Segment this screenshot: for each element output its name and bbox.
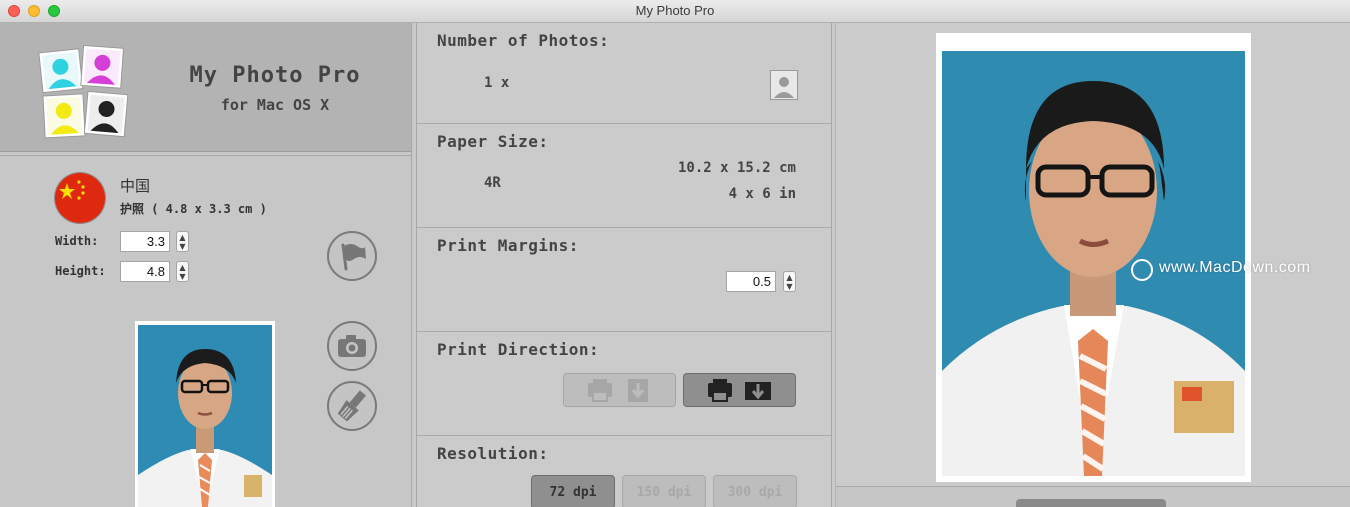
resolution-title: Resolution: bbox=[437, 444, 549, 463]
dpi-72-button[interactable]: 72 dpi bbox=[531, 475, 615, 507]
title-bar: My Photo Pro bbox=[0, 0, 1350, 23]
photo-type: 护照 ( 4.8 x 3.3 cm ) bbox=[120, 202, 267, 216]
paper-size-imperial: 4 x 6 in bbox=[728, 186, 796, 202]
paper-size-title: Paper Size: bbox=[437, 132, 549, 151]
window-title: My Photo Pro bbox=[635, 3, 715, 18]
printer-landscape-icon bbox=[708, 379, 771, 402]
photo-count: 1 x bbox=[484, 75, 510, 91]
width-input[interactable] bbox=[120, 231, 170, 252]
app-logo-icon bbox=[38, 44, 129, 139]
print-direction-title: Print Direction: bbox=[437, 340, 600, 359]
dpi-300-button[interactable]: 300 dpi bbox=[713, 475, 797, 507]
height-input[interactable] bbox=[120, 261, 170, 282]
settings-panel: Number of Photos: 1 x Paper Size: 4R 10.… bbox=[416, 23, 832, 507]
print-button[interactable] bbox=[1016, 499, 1166, 507]
divider bbox=[0, 155, 411, 156]
flag-icon bbox=[341, 243, 366, 271]
printer-portrait-icon bbox=[588, 379, 648, 402]
number-of-photos-section: Number of Photos: 1 x bbox=[417, 23, 831, 124]
paper-size-name: 4R bbox=[484, 175, 501, 191]
brush-icon bbox=[337, 390, 366, 422]
camera-button[interactable] bbox=[327, 321, 377, 371]
width-stepper[interactable]: ▲ ▼ bbox=[176, 231, 189, 252]
country-name: 中国 bbox=[120, 177, 151, 195]
country-flag-button[interactable] bbox=[327, 231, 377, 281]
margin-stepper[interactable]: ▲ ▼ bbox=[783, 271, 796, 292]
paper-size-metric: 10.2 x 15.2 cm bbox=[677, 160, 796, 176]
app-name: My Photo Pro bbox=[189, 63, 361, 88]
photo-thumbnail[interactable] bbox=[135, 321, 275, 507]
app-subtitle: for Mac OS X bbox=[220, 96, 330, 114]
camera-icon bbox=[338, 335, 366, 357]
preview-footer bbox=[836, 486, 1350, 507]
print-direction-section: Print Direction: bbox=[417, 332, 831, 436]
height-stepper[interactable]: ▲ ▼ bbox=[176, 261, 189, 282]
portrait-image bbox=[138, 325, 272, 507]
portrait-direction-button[interactable] bbox=[563, 373, 676, 407]
height-label: Height: bbox=[55, 264, 106, 278]
print-margins-section: Print Margins: ▲▼ bbox=[417, 228, 831, 332]
number-of-photos-title: Number of Photos: bbox=[437, 31, 610, 50]
single-photo-icon[interactable] bbox=[770, 70, 798, 100]
print-preview-panel: www.MacDown.com bbox=[835, 23, 1350, 507]
watermark-text: www.MacDown.com bbox=[1159, 259, 1311, 276]
landscape-direction-button[interactable] bbox=[683, 373, 796, 407]
width-label: Width: bbox=[55, 234, 99, 248]
margin-input[interactable] bbox=[726, 271, 776, 292]
dpi-150-button[interactable]: 150 dpi bbox=[622, 475, 706, 507]
edit-brush-button[interactable] bbox=[327, 381, 377, 431]
china-flag-icon[interactable] bbox=[55, 173, 105, 223]
app-header: My Photo Pro for Mac OS X bbox=[0, 23, 411, 152]
print-preview-photo[interactable] bbox=[936, 33, 1251, 482]
left-panel: My Photo Pro for Mac OS X 中国 护照 ( 4.8 x … bbox=[0, 23, 412, 507]
print-margins-title: Print Margins: bbox=[437, 236, 579, 255]
paper-size-section[interactable]: Paper Size: 4R 10.2 x 15.2 cm 4 x 6 in bbox=[417, 124, 831, 228]
